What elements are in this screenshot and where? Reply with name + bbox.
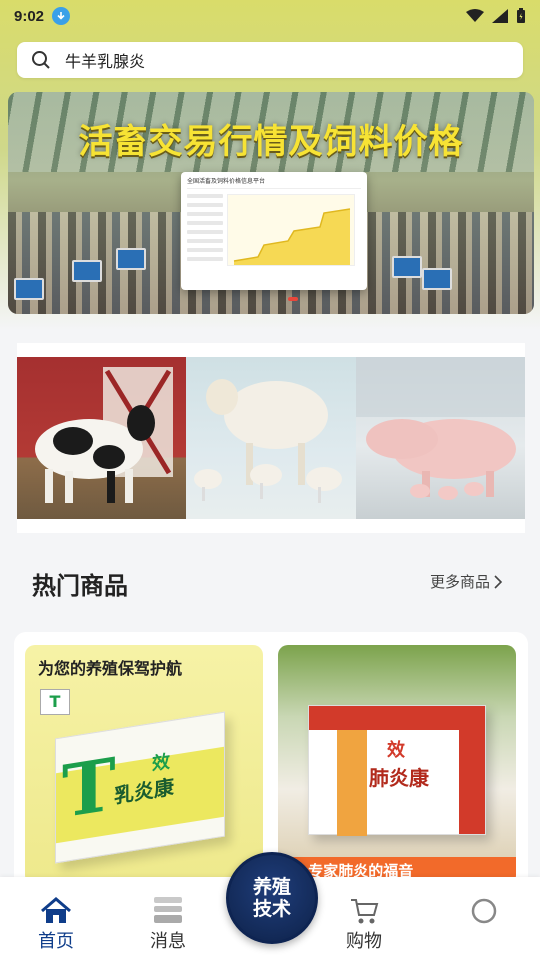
product-name: 肺炎康 xyxy=(369,766,429,790)
pig-image[interactable] xyxy=(355,357,525,519)
brand-logo: T xyxy=(40,689,70,715)
battery-icon xyxy=(517,8,525,23)
signal-icon xyxy=(492,9,508,23)
monitor-graphic xyxy=(14,278,44,300)
banner-card-sidebar xyxy=(187,194,223,266)
download-icon xyxy=(52,7,71,25)
search-input[interactable]: 牛羊乳腺炎 xyxy=(17,42,523,78)
nav-cart-label: 购物 xyxy=(346,931,382,952)
search-icon xyxy=(32,51,50,69)
more-products-label: 更多商品 xyxy=(430,573,491,591)
nav-home-label: 首页 xyxy=(38,931,74,952)
chevron-right-icon xyxy=(494,574,503,589)
monitor-graphic xyxy=(72,260,102,282)
promo-banner[interactable]: 活畜交易行情及饲料价格 全国活畜及饲料价格信息平台 xyxy=(8,92,534,314)
home-icon xyxy=(41,897,71,923)
wifi-icon xyxy=(466,9,484,22)
banner-card-header: 全国活畜及饲料价格信息平台 xyxy=(187,176,361,189)
profile-icon xyxy=(471,898,497,924)
cart-icon xyxy=(351,899,379,924)
monitor-graphic xyxy=(422,268,452,290)
nav-messages[interactable]: 消息 xyxy=(133,895,203,953)
nav-messages-label: 消息 xyxy=(150,931,186,952)
product-box-image: 效 肺炎康 xyxy=(308,705,486,836)
nav-profile[interactable] xyxy=(449,895,519,927)
hot-products-title: 热门商品 xyxy=(32,572,128,600)
nav-home[interactable]: 首页 xyxy=(21,895,91,953)
monitor-graphic xyxy=(116,248,146,270)
product-slogan: 为您的养殖保驾护航 xyxy=(38,659,183,678)
banner-price-card: 全国活畜及饲料价格信息平台 xyxy=(181,172,367,290)
sheep-image[interactable] xyxy=(186,357,356,519)
more-products-link[interactable]: 更多商品 xyxy=(430,571,504,592)
search-query: 牛羊乳腺炎 xyxy=(65,52,146,71)
banner-card-chart xyxy=(227,194,355,266)
product-card[interactable]: 为您的养殖保驾护航 T T 效 乳炎康 xyxy=(25,645,263,885)
status-bar: 9:02 xyxy=(0,0,540,32)
product-box-image: T 效 乳炎康 xyxy=(55,711,225,864)
monitor-graphic xyxy=(392,256,422,278)
banner-page-indicator xyxy=(288,297,298,301)
banner-title: 活畜交易行情及饲料价格 xyxy=(78,122,464,162)
message-icon xyxy=(154,897,182,923)
product-badge: 效 xyxy=(387,740,405,761)
breeding-tech-label-1: 养殖 xyxy=(252,876,291,898)
status-time: 9:02 xyxy=(14,7,45,25)
livestock-category-strip xyxy=(17,343,525,533)
cow-image[interactable] xyxy=(17,357,187,519)
nav-cart[interactable]: 购物 xyxy=(329,895,399,953)
breeding-tech-button[interactable]: 养殖 技术 xyxy=(226,852,318,944)
product-card[interactable]: 效 肺炎康 荐 专家肺炎的福音 xyxy=(278,645,516,885)
breeding-tech-label-2: 技术 xyxy=(252,898,291,920)
